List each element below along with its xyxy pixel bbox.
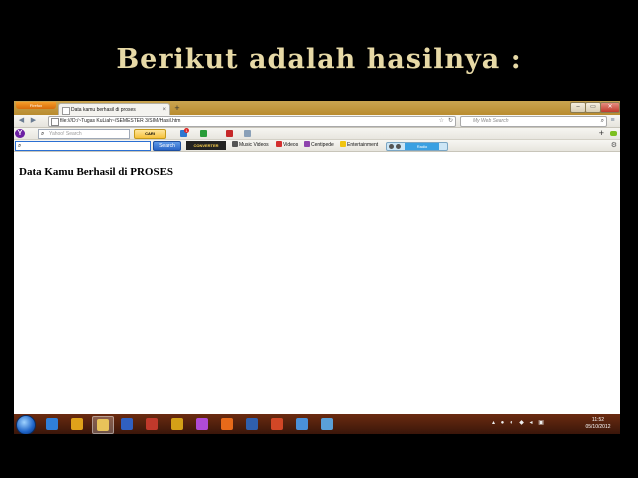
start-button[interactable] [16, 415, 36, 434]
star-icon [340, 141, 346, 147]
taskbar-app-paint[interactable] [167, 416, 187, 432]
site-identity-icon [51, 118, 59, 126]
paint-icon [171, 418, 183, 430]
videos-label: Videos [283, 142, 299, 148]
converter-logo[interactable]: CONVERTER [186, 141, 226, 150]
entertainment-label: Entertainment [347, 142, 379, 148]
yahoo-search-input[interactable]: ⌕ Yahoo! Search [38, 129, 130, 139]
reload-icon[interactable]: ↻ [448, 117, 453, 126]
mail-badge: 1 [184, 128, 189, 133]
new-tab-button[interactable]: + [172, 103, 182, 113]
page-heading: Data Kamu Berhasil di PROSES [19, 166, 174, 178]
firefox-menu-button[interactable]: Firefox [16, 102, 56, 109]
yahoo-search-button[interactable]: CARI [134, 129, 166, 139]
games-icon[interactable] [200, 130, 207, 137]
powerpoint-icon [271, 418, 283, 430]
bookmark-star-icon[interactable]: ☆ [439, 117, 444, 126]
taskbar-app-tool[interactable] [142, 416, 162, 432]
add-button[interactable]: + [599, 128, 604, 139]
taskbar-app-powerpoint[interactable] [267, 416, 287, 432]
address-text: file:///D:/~Tugas KuLiah~/SEMESTER 3/SIM… [60, 118, 181, 124]
firefox-icon [221, 418, 233, 430]
search-icon: ⌕ [41, 131, 45, 137]
ie-icon [46, 418, 58, 430]
slide-title: Berikut adalah hasilnya : [116, 44, 522, 75]
music-note-icon [232, 141, 238, 147]
web-search-placeholder: My Web Search [473, 118, 509, 124]
settings-icon[interactable]: ⚙ [611, 140, 617, 151]
taskbar-app-explorer2[interactable] [317, 416, 337, 432]
yahoo-toolbar: Y ⌕ Yahoo! Search CARI 1 + [14, 128, 620, 140]
news-icon[interactable] [226, 130, 233, 137]
screenshot-frame: Firefox Data kamu berhasil di proses × +… [14, 101, 620, 434]
more-icon[interactable] [244, 130, 251, 137]
player-icon [121, 418, 133, 430]
word-icon [246, 418, 258, 430]
centipede-label: Centipede [311, 142, 334, 148]
music-videos-link[interactable]: Music Videos [232, 140, 269, 151]
taskbar-app-c-app[interactable] [192, 416, 212, 432]
toolbar-search-button[interactable]: Search [153, 141, 181, 151]
window-icon [296, 418, 308, 430]
search-icon[interactable]: ⌕ [601, 117, 604, 126]
converter-toolbar: ⌕ Search CONVERTER Music Videos Videos C… [14, 140, 620, 152]
page-content: Data Kamu Berhasil di PROSES [14, 152, 620, 414]
maximize-button[interactable]: ▭ [585, 102, 601, 113]
media-icon [71, 418, 83, 430]
c-app-icon [196, 418, 208, 430]
minimize-button[interactable]: – [570, 102, 586, 113]
yahoo-search-placeholder: Yahoo! Search [49, 131, 82, 137]
taskbar-app-window[interactable] [292, 416, 312, 432]
taskbar-app-explorer[interactable] [92, 416, 114, 434]
tab-bar: Firefox Data kamu berhasil di proses × +… [14, 101, 620, 116]
tool-icon [146, 418, 158, 430]
page-icon [62, 107, 70, 115]
clock-date: 05/10/2012 [585, 424, 611, 430]
centipede-link[interactable]: Centipede [304, 140, 334, 151]
system-tray: ▴ ● ◐ ◆ ◂ ▣ [492, 420, 546, 426]
play-icon[interactable] [389, 144, 394, 149]
explorer2-icon [321, 418, 333, 430]
taskbar-app-ie[interactable] [42, 416, 62, 432]
navigation-bar: ◀ ▶ file:///D:/~Tugas KuLiah~/SEMESTER 3… [14, 115, 620, 128]
centipede-icon [304, 141, 310, 147]
radio-station-select[interactable]: Radio [405, 143, 439, 150]
radio-player[interactable]: Radio [386, 142, 448, 151]
youtube-icon [276, 141, 282, 147]
close-button[interactable]: ✕ [600, 102, 620, 113]
taskbar-app-firefox[interactable] [217, 416, 237, 432]
forward-icon[interactable]: ▶ [29, 116, 38, 125]
toolbar-search-input[interactable]: ⌕ [15, 141, 151, 151]
music-videos-label: Music Videos [239, 142, 269, 148]
taskbar: ▴ ● ◐ ◆ ◂ ▣ 11:52 05/10/2012 [14, 414, 620, 434]
taskbar-app-media[interactable] [67, 416, 87, 432]
address-bar[interactable]: file:///D:/~Tugas KuLiah~/SEMESTER 3/SIM… [48, 116, 456, 127]
stop-icon[interactable] [396, 144, 401, 149]
yahoo-logo-icon[interactable]: Y [15, 129, 25, 138]
search-icon: ⌕ [18, 143, 22, 149]
videos-link[interactable]: Videos [276, 140, 298, 151]
status-icon[interactable] [610, 131, 617, 136]
taskbar-app-player[interactable] [117, 416, 137, 432]
menu-icon[interactable]: ≡ [608, 116, 617, 125]
clock[interactable]: 11:52 05/10/2012 [578, 417, 618, 431]
taskbar-app-word[interactable] [242, 416, 262, 432]
clock-time: 11:52 [591, 417, 605, 423]
entertainment-link[interactable]: Entertainment [340, 140, 378, 151]
explorer-icon [97, 419, 109, 431]
web-search-input[interactable]: My Web Search ⌕ [460, 116, 607, 127]
back-icon[interactable]: ◀ [17, 116, 26, 125]
